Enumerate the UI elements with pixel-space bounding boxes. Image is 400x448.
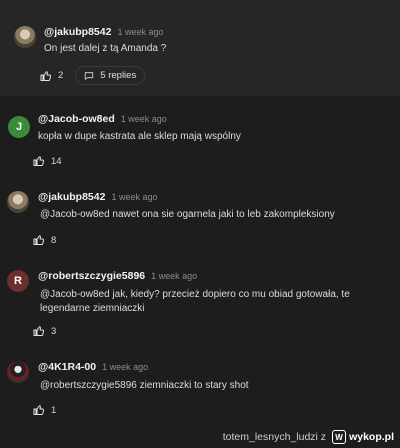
comment-text: @Jacob-ow8ed jak, kiedy? przecież dopier… — [40, 289, 350, 314]
wykop-logo: W wykop.pl — [332, 430, 394, 444]
like-count: 14 — [51, 155, 62, 167]
user-avatar[interactable]: R — [7, 270, 29, 292]
wykop-brand: wykop.pl — [349, 431, 394, 443]
comment-text: On jest dalej z tą Amanda ? — [44, 43, 167, 54]
wykop-icon: W — [332, 430, 347, 444]
user-avatar[interactable] — [14, 26, 36, 48]
like-count: 3 — [51, 325, 57, 337]
like-count: 1 — [51, 404, 57, 416]
user-avatar[interactable] — [7, 191, 29, 213]
comment-text: @Jacob-ow8ed nawet ona sie ogarnela jaki… — [40, 209, 335, 220]
comment-author[interactable]: @Jacob-ow8ed — [38, 113, 115, 125]
user-avatar[interactable]: J — [8, 116, 30, 138]
comment-time: 1 week ago — [151, 271, 198, 281]
watermark: totem_lesnych_ludzi z W wykop.pl — [0, 426, 400, 448]
comment-time: 1 week ago — [117, 27, 164, 37]
like-count: 8 — [51, 234, 57, 246]
comment-author[interactable]: @4K1R4-00 — [38, 361, 96, 373]
like-icon[interactable] — [33, 404, 45, 416]
watermark-source: totem_lesnych_ludzi z — [222, 431, 327, 443]
comment-author[interactable]: @robertszczygie5896 — [38, 270, 145, 282]
comment-time: 1 week ago — [111, 192, 158, 202]
like-icon[interactable] — [33, 325, 45, 337]
user-avatar[interactable] — [7, 361, 29, 383]
replies-label: 5 replies — [100, 70, 137, 81]
replies-button[interactable]: 5 replies — [75, 66, 146, 85]
comment-author[interactable]: @jakubp8542 — [44, 26, 111, 38]
like-icon[interactable] — [40, 70, 52, 82]
like-count: 2 — [58, 70, 64, 81]
like-icon[interactable] — [33, 234, 45, 246]
comment-time: 1 week ago — [102, 362, 149, 372]
comment-text: kopła w dupe kastrata ale sklep mają wsp… — [38, 131, 241, 142]
comment-author[interactable]: @jakubp8542 — [38, 191, 105, 203]
comment-icon — [85, 71, 94, 80]
like-icon[interactable] — [33, 155, 45, 167]
comment-time: 1 week ago — [120, 114, 167, 124]
comment-text: @robertszczygie5896 ziemniaczki to stary… — [40, 380, 249, 391]
